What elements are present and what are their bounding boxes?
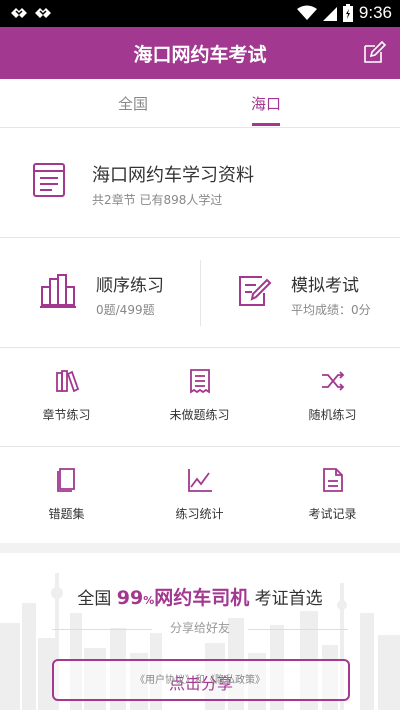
grid-label: 随机练习 <box>308 408 357 422</box>
shuffle-icon <box>321 371 344 391</box>
sequential-practice-button[interactable]: 顺序练习 0题/499题 <box>0 238 200 348</box>
promo-highlight: 99%网约车司机 <box>117 587 250 609</box>
share-caption: 分享给好友 <box>169 621 230 635</box>
page-title: 海口网约车考试 <box>133 44 267 66</box>
promo-suffix: 考证首选 <box>254 589 323 609</box>
receipt-icon <box>189 369 210 394</box>
tab-haikou[interactable]: 海口 <box>251 93 281 114</box>
divider <box>248 629 348 630</box>
grid-label: 章节练习 <box>42 408 91 422</box>
grid-label: 考试记录 <box>308 507 357 521</box>
clock: 9:36 <box>358 3 392 22</box>
wifi-icon <box>296 5 317 20</box>
practice-label: 顺序练习 <box>96 276 164 296</box>
practice-progress: 0题/499题 <box>96 303 155 317</box>
section-separator <box>0 543 400 553</box>
mock-average-score: 平均成绩：0分 <box>291 303 371 317</box>
feature-grid-row-1: 章节练习 未做题练习 随机练习 <box>0 348 400 447</box>
notebook-icon <box>56 468 75 492</box>
study-material-row[interactable]: 海口网约车学习资料 共2章节 已有898人学过 <box>0 128 400 238</box>
file-icon <box>322 468 343 492</box>
document-icon <box>33 163 65 197</box>
agreement-links[interactable]: 《用户协议》和《隐私政策》 <box>0 671 400 686</box>
battery-icon <box>342 4 353 22</box>
chapter-icon <box>55 370 79 393</box>
promo-highlight-text: 网约车司机 <box>154 587 250 609</box>
mock-label: 模拟考试 <box>291 276 359 296</box>
status-bar: 9:36 <box>0 0 400 27</box>
promo-headline: 全国 99%网约车司机 考证首选 <box>0 583 400 610</box>
sync-icon <box>11 8 27 18</box>
tab-indicator <box>252 123 280 126</box>
chapter-practice-button[interactable]: 章节练习 <box>0 348 133 447</box>
promo-highlight-percent: % <box>143 594 155 607</box>
notification-icons <box>10 5 52 21</box>
grid-label: 错题集 <box>48 507 85 521</box>
sync-icon <box>35 8 51 18</box>
signal-icon <box>322 7 337 21</box>
exam-records-button[interactable]: 考试记录 <box>266 447 399 546</box>
share-promo: 全国 99%网约车司机 考证首选 分享给好友 点击分享 《用户协议》和《隐私政策… <box>0 553 400 710</box>
feature-grid-row-2: 错题集 练习统计 考试记录 <box>0 447 400 543</box>
practice-statistics-button[interactable]: 练习统计 <box>133 447 266 546</box>
promo-prefix: 全国 <box>77 589 112 609</box>
region-tabs: 全国 海口 <box>0 79 400 128</box>
practice-mock-row: 顺序练习 0题/499题 模拟考试 平均成绩：0分 <box>0 238 400 348</box>
edit-icon[interactable] <box>362 41 386 65</box>
grid-label: 未做题练习 <box>169 408 230 422</box>
material-subtitle: 共2章节 已有898人学过 <box>92 193 223 207</box>
mock-exam-button[interactable]: 模拟考试 平均成绩：0分 <box>200 238 400 348</box>
exam-edit-icon <box>239 276 272 306</box>
wrong-answers-button[interactable]: 错题集 <box>0 447 133 546</box>
app-bar: 海口网约车考试 <box>0 27 400 79</box>
share-caption-row: 分享给好友 <box>52 619 348 639</box>
chart-line-icon <box>187 469 212 492</box>
tab-national[interactable]: 全国 <box>118 93 148 114</box>
promo-highlight-number: 99 <box>116 587 144 609</box>
grid-label: 练习统计 <box>175 507 224 521</box>
system-icons: 9:36 <box>296 3 392 23</box>
material-title: 海口网约车学习资料 <box>92 165 254 186</box>
books-icon <box>40 274 76 308</box>
undone-practice-button[interactable]: 未做题练习 <box>133 348 266 447</box>
random-practice-button[interactable]: 随机练习 <box>266 348 399 447</box>
